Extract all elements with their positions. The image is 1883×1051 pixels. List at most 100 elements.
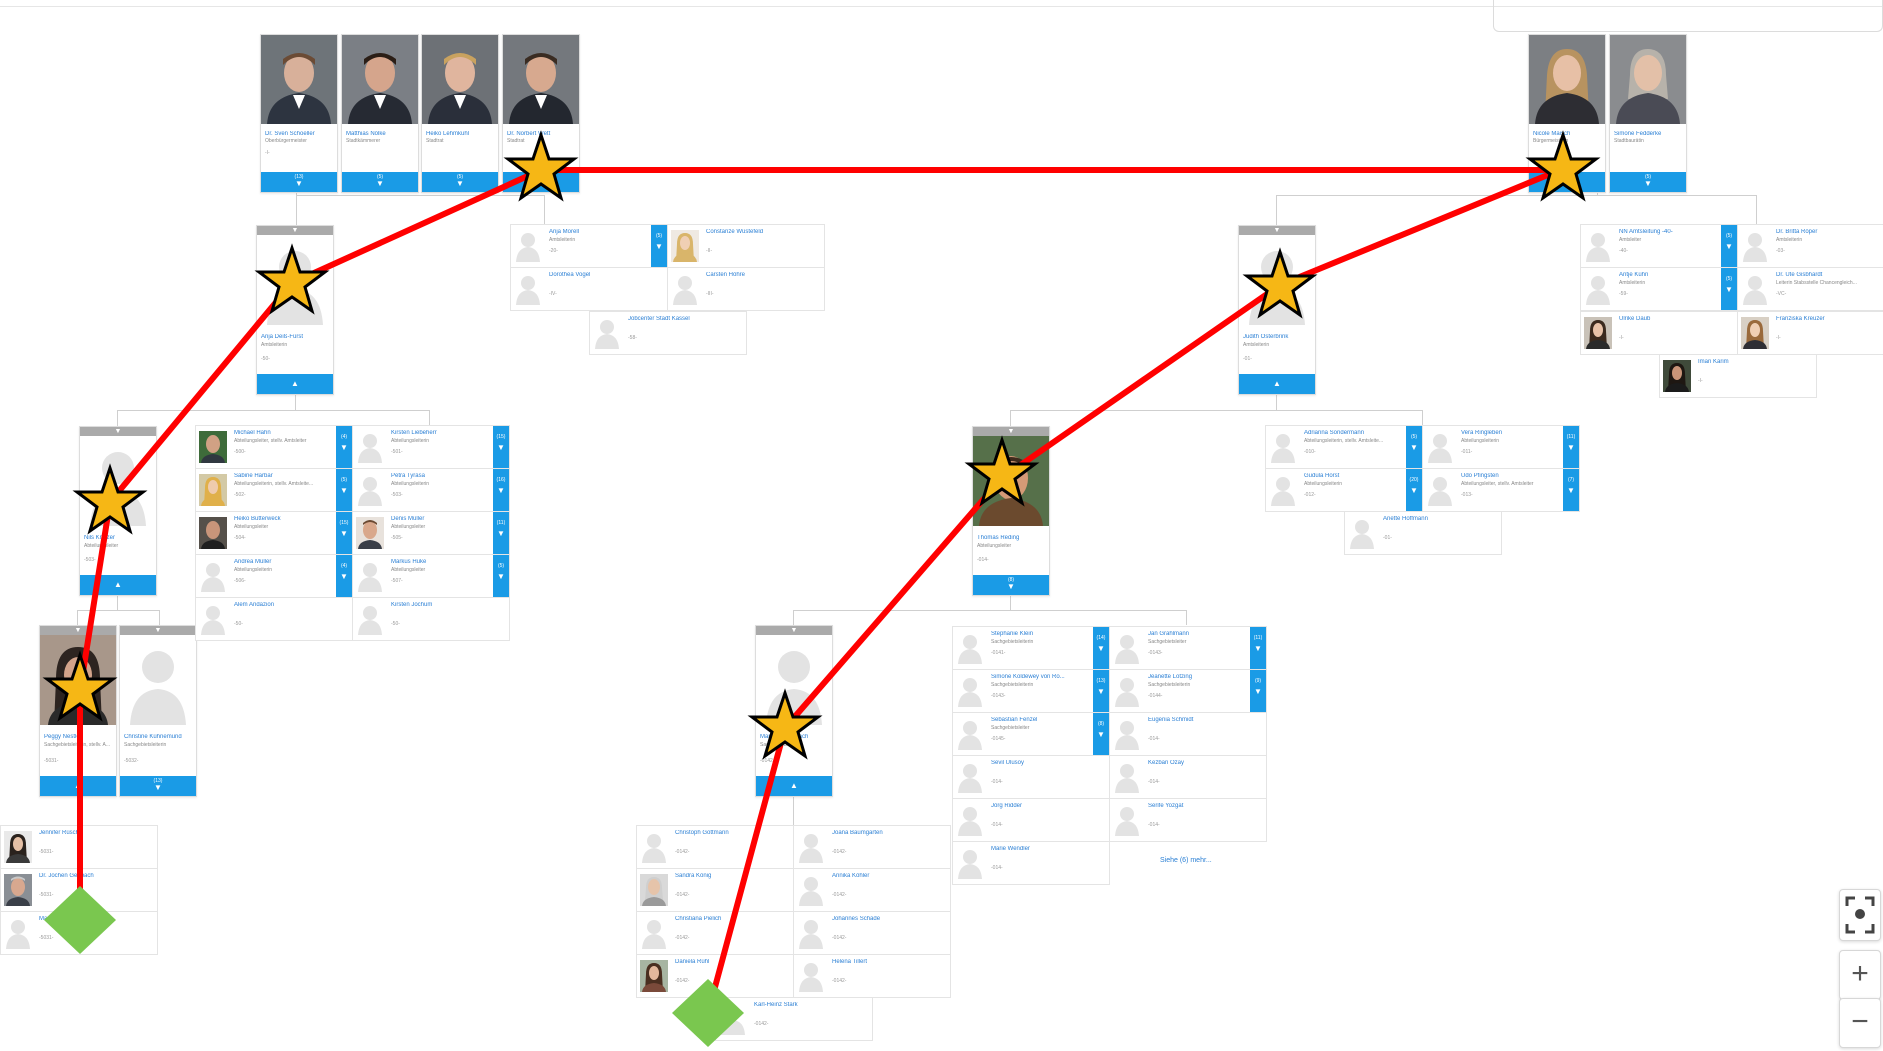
person-name[interactable]: NN Amtsleitung -40-	[1619, 229, 1715, 235]
person-name[interactable]: Dr. Norbert Wett	[507, 131, 577, 137]
person-name[interactable]: Christine Kühnemund	[124, 734, 194, 740]
staff-cell[interactable]: Johannes Schade -0142-	[793, 911, 951, 955]
person-name[interactable]: Dr. Jochen Gebbach	[39, 873, 135, 879]
staff-cell[interactable]: Anja Morell Amtsleiterin -20- (5) ▼	[510, 224, 668, 268]
staff-cell[interactable]: Iman Karim -I-	[1659, 354, 1817, 398]
expand-button[interactable]: (5) ▼	[342, 172, 418, 192]
staff-cell[interactable]: Eugenia Schmidt -014-	[1109, 712, 1267, 756]
person-name[interactable]: Nicole Maisch	[1533, 131, 1603, 137]
staff-cell[interactable]: Jan Grahlmann Sachgebietsleiter -0143- (…	[1109, 626, 1267, 670]
staff-cell[interactable]: Annika Köhler -0142-	[793, 868, 951, 912]
staff-cell[interactable]: Christoph Gottmann -0142-	[636, 825, 794, 869]
staff-cell[interactable]: Simone Koldewey von Ro... Sachgebietslei…	[952, 669, 1110, 713]
person-name[interactable]: Sebastian Fenzel	[991, 717, 1087, 723]
show-more-link[interactable]: Siehe (6) mehr...	[1160, 857, 1212, 864]
staff-cell[interactable]: Joana Baumgarten -0142-	[793, 825, 951, 869]
expand-button[interactable]: (4) ▼	[336, 426, 352, 468]
staff-cell[interactable]: Franziska Kreuzer -I-	[1737, 311, 1883, 355]
expand-button[interactable]: (11) ▼	[1563, 426, 1579, 468]
expand-button[interactable]: (4) ▼	[336, 555, 352, 597]
staff-cell[interactable]: Kezban Ozay -014-	[1109, 755, 1267, 799]
branch-card[interactable]: ▼ Peggy Nestler Sachgebietsleiterin, ste…	[39, 625, 117, 797]
expand-button[interactable]: (5) ▼	[336, 469, 352, 511]
person-name[interactable]: Stephanie Klein	[991, 631, 1087, 637]
staff-cell[interactable]: Antje Kühn Amtsleiterin -59- (5) ▼	[1580, 267, 1738, 311]
person-card[interactable]: Dr. Sven Schoeller Oberbürgermeister -I-…	[260, 34, 338, 193]
staff-cell[interactable]: Jörg Ridder -014-	[952, 798, 1110, 842]
collapse-up-icon[interactable]: ▼	[973, 427, 1049, 436]
staff-cell[interactable]: Christiana Pielich -0142-	[636, 911, 794, 955]
expand-button[interactable]: (5) ▼	[651, 225, 667, 267]
staff-cell[interactable]: Ulrike Daub -I-	[1580, 311, 1738, 355]
person-card[interactable]: Heiko Lehmkuhl Stadtrat (5) ▼	[421, 34, 499, 193]
expand-button[interactable]: (13) ▼	[1093, 670, 1109, 712]
person-name[interactable]: Michael Hahn	[234, 430, 330, 436]
person-name[interactable]: Petra Tyrasa	[391, 473, 487, 479]
person-name[interactable]: Antje Kühn	[1619, 272, 1715, 278]
chevron-up-icon[interactable]: ▲	[257, 374, 333, 394]
staff-cell[interactable]: Stephanie Klein Sachgebietsleiterin -014…	[952, 626, 1110, 670]
person-name[interactable]: Denis Müller	[391, 516, 487, 522]
expand-button[interactable]: (5) ▼	[1529, 172, 1605, 192]
staff-cell[interactable]: Heiko Butterweck Abteilungsleiter -504- …	[195, 511, 353, 555]
person-name[interactable]: Jobcenter Stadt Kassel	[628, 316, 724, 322]
expand-button[interactable]: (15) ▼	[336, 512, 352, 554]
expand-button[interactable]: (13) ▼	[120, 776, 196, 796]
person-name[interactable]: Christiana Pielich	[675, 916, 771, 922]
branch-card[interactable]: ▼ Judith Osterbrink Amtsleiterin -01- ▲	[1238, 225, 1316, 395]
chevron-up-icon[interactable]: ▲	[756, 776, 832, 796]
person-name[interactable]: Joana Baumgarten	[832, 830, 928, 836]
staff-cell[interactable]: Sandra König -0142-	[636, 868, 794, 912]
expand-button[interactable]: (15) ▼	[493, 426, 509, 468]
expand-button[interactable]: (16) ▼	[493, 469, 509, 511]
person-name[interactable]: Helena Tillert	[832, 959, 928, 965]
expand-button[interactable]: (13) ▼	[261, 172, 337, 192]
expand-button[interactable]: (11) ▼	[493, 512, 509, 554]
staff-cell[interactable]: Udo Pfingsten Abteilungsleiter, stellv. …	[1422, 468, 1580, 512]
expand-button[interactable]: (7) ▼	[1563, 469, 1579, 511]
branch-card[interactable]: ▼ Anja Deiß-Fürst Amtsleiterin -50- ▲	[256, 225, 334, 395]
staff-cell[interactable]: Jobcenter Stadt Kassel -58-	[589, 311, 747, 355]
staff-cell[interactable]: Karl-Heinz Stark -0142-	[715, 997, 873, 1041]
person-name[interactable]: Anja Morell	[549, 229, 645, 235]
branch-card[interactable]: ▼ Nils Kratzer Abteilungsleiter -503- ▲	[79, 426, 157, 596]
expand-button[interactable]: (11) ▼	[1250, 627, 1266, 669]
person-name[interactable]: Kezban Ozay	[1148, 760, 1244, 766]
staff-cell[interactable]: Dr. Jochen Gebbach -5031-	[0, 868, 158, 912]
zoom-out-button[interactable]: −	[1839, 998, 1881, 1048]
person-name[interactable]: Alem Andazion	[234, 602, 330, 608]
chevron-up-icon[interactable]: ▲	[40, 776, 116, 796]
person-name[interactable]: Dr. Ute Gisbhardt	[1776, 272, 1872, 278]
collapse-up-icon[interactable]: ▼	[40, 626, 116, 635]
person-name[interactable]: Gudula Horst	[1304, 473, 1400, 479]
expand-button[interactable]: (5) ▼	[422, 172, 498, 192]
staff-cell[interactable]: Alem Andazion -50-	[195, 597, 353, 641]
person-name[interactable]: Manuela Zimmer	[39, 916, 135, 922]
person-name[interactable]: Heiko Lehmkuhl	[426, 131, 496, 137]
person-name[interactable]: Marco Lauterbach	[760, 734, 830, 740]
chevron-up-icon[interactable]: ▲	[80, 575, 156, 595]
person-name[interactable]: Udo Pfingsten	[1461, 473, 1557, 479]
staff-cell[interactable]: Sebastian Fenzel Sachgebietsleiter -0145…	[952, 712, 1110, 756]
person-name[interactable]: Anette Hoffmann	[1383, 516, 1479, 522]
person-name[interactable]: Heiko Butterweck	[234, 516, 330, 522]
staff-cell[interactable]: Vera Ringleben Abteilungsleiterin -011- …	[1422, 425, 1580, 469]
staff-cell[interactable]: Andrea Müller Abteilungsleiterin -506- (…	[195, 554, 353, 598]
expand-button[interactable]: (8) ▼	[1093, 713, 1109, 755]
org-chart-canvas[interactable]: Dr. Sven Schoeller Oberbürgermeister -I-…	[0, 0, 1883, 1051]
staff-cell[interactable]: Dr. Ute Gisbhardt Leiterin Stabsstelle C…	[1737, 267, 1883, 311]
person-name[interactable]: Jennifer Rüsch	[39, 830, 135, 836]
person-name[interactable]: Franziska Kreuzer	[1776, 316, 1872, 322]
person-name[interactable]: Ulrike Daub	[1619, 316, 1715, 322]
staff-cell[interactable]: Helena Tillert -0142-	[793, 954, 951, 998]
staff-cell[interactable]: Dorothea Vogel -IV-	[510, 267, 668, 311]
person-name[interactable]: Thomas Reding	[977, 535, 1047, 541]
person-name[interactable]: Christoph Gottmann	[675, 830, 771, 836]
person-name[interactable]: Adrianna Sondermann	[1304, 430, 1400, 436]
collapse-up-icon[interactable]: ▼	[120, 626, 196, 635]
expand-button[interactable]: (8) ▼	[973, 575, 1049, 595]
person-name[interactable]: Carsten Höhre	[706, 272, 802, 278]
person-name[interactable]: Karl-Heinz Stark	[754, 1002, 850, 1008]
person-name[interactable]: Eugenia Schmidt	[1148, 717, 1244, 723]
person-name[interactable]: Simone Fedderke	[1614, 131, 1684, 137]
